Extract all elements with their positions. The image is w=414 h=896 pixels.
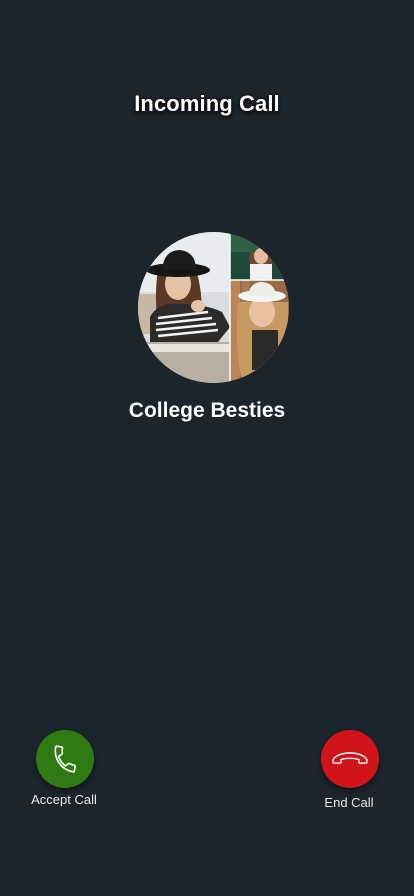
accept-call-label: Accept Call [31,792,97,807]
page-title: Incoming Call [134,91,280,116]
phone-icon [54,745,76,773]
phone-hangup-icon [332,752,368,764]
end-call-button[interactable] [321,730,379,788]
caller-name: College Besties [128,399,286,422]
accept-call-button[interactable] [36,730,94,788]
group-avatar [138,232,289,383]
end-call-label: End Call [324,795,374,810]
group-photo-collage-image [138,232,289,383]
incoming-call-screen: Incoming Call College Besties Accept Cal… [0,0,414,896]
